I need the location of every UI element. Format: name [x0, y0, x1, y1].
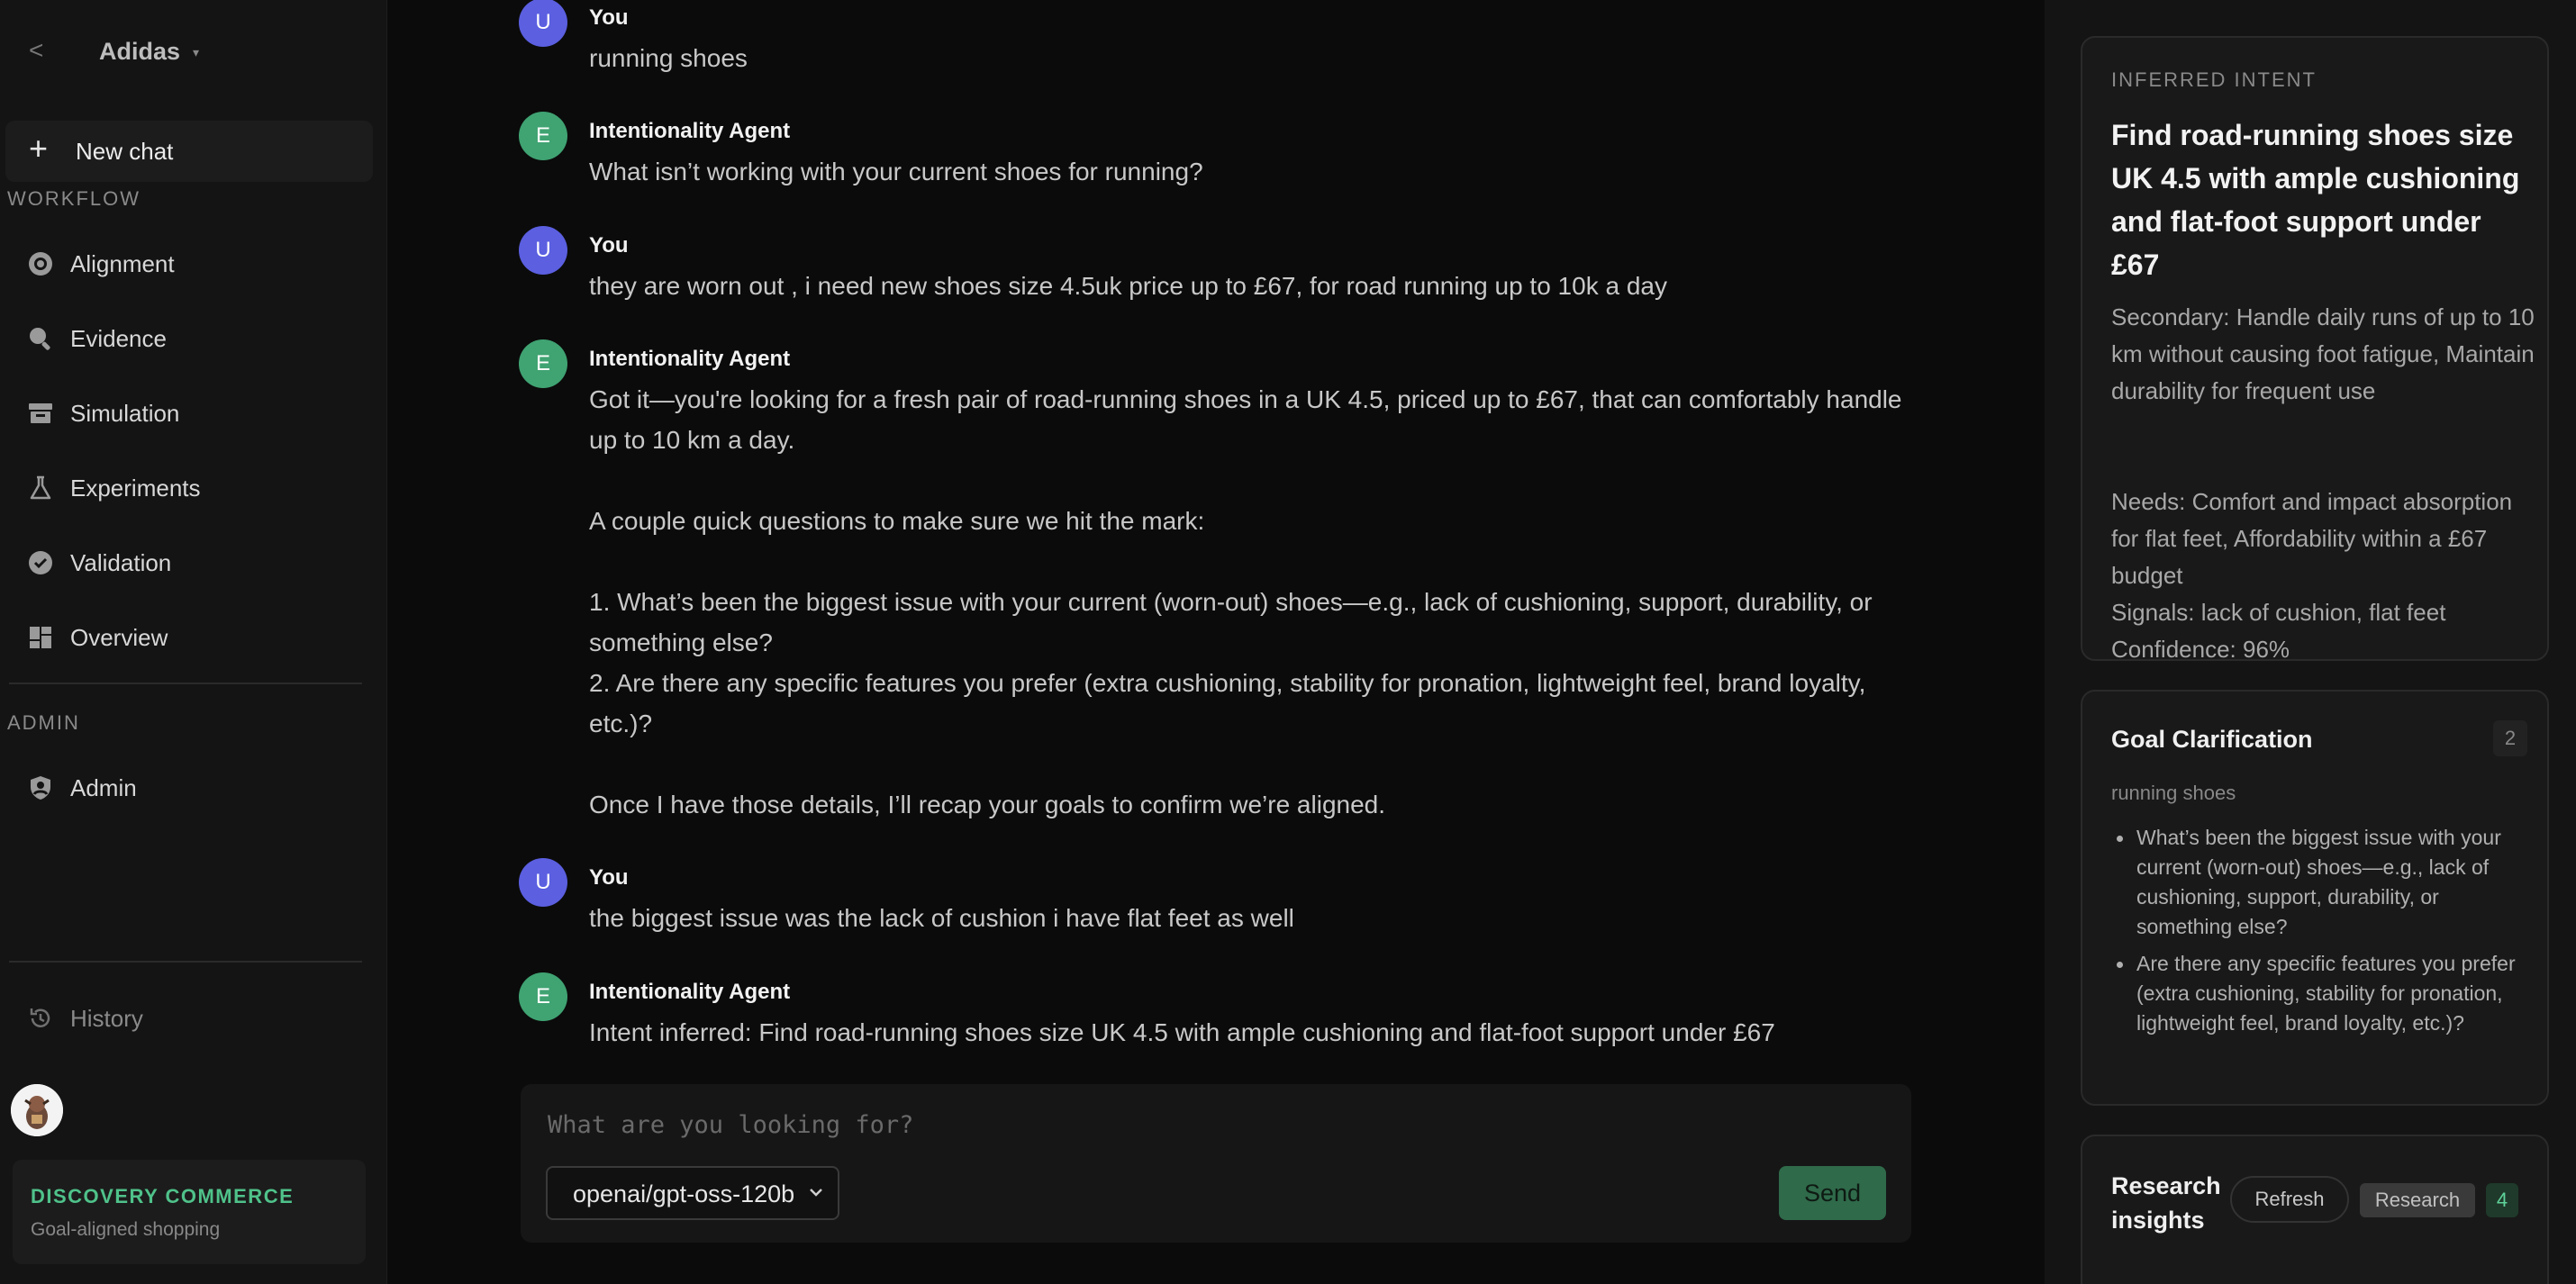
message-paragraph: Got it—you're looking for a fresh pair o…: [589, 385, 1902, 454]
message-author: Intentionality Agent: [589, 980, 791, 1004]
goal-questions-list: What’s been the biggest issue with your …: [2111, 823, 2526, 1045]
list-item: Are there any specific features you pref…: [2111, 949, 2526, 1038]
agent-avatar-badge: E: [519, 112, 567, 160]
sidebar-item-evidence[interactable]: Evidence: [7, 309, 371, 366]
workspace-header: < Adidas ▾: [0, 27, 387, 77]
new-chat-label: New chat: [76, 138, 174, 165]
sidebar-item-label: History: [70, 1005, 143, 1032]
sidebar-item-label: Overview: [70, 624, 168, 651]
divider: [9, 683, 362, 684]
new-chat-button[interactable]: + New chat: [5, 121, 373, 182]
intent-needs: Needs: Comfort and impact absorption for…: [2111, 488, 2513, 589]
intent-signals: Signals: lack of cushion, flat feet: [2111, 599, 2446, 626]
message-author: Intentionality Agent: [589, 347, 791, 371]
message-paragraph: A couple quick questions to make sure we…: [589, 507, 1205, 535]
user-avatar-badge: U: [519, 858, 567, 907]
intent-secondary: Secondary: Handle daily runs of up to 10…: [2111, 303, 2535, 404]
sidebar-item-label: Simulation: [70, 400, 180, 427]
sidebar-item-label: Admin: [70, 774, 137, 801]
sidebar-item-overview[interactable]: Overview: [7, 608, 371, 665]
inferred-intent-title: Find road-running shoes size UK 4.5 with…: [2111, 119, 2520, 281]
workflow-section-label: WORKFLOW: [7, 187, 141, 210]
inferred-intent-label: INFERRED INTENT: [2111, 68, 2317, 91]
research-button[interactable]: Research: [2360, 1183, 2475, 1217]
agent-avatar-badge: E: [519, 339, 567, 388]
chat-composer: What are you looking for? openai/gpt-oss…: [521, 1084, 1911, 1243]
history-icon: [30, 1008, 50, 1027]
goal-count-badge: 2: [2493, 720, 2527, 756]
goal-clarification-card: Goal Clarification 2 running shoes What’…: [2081, 690, 2549, 1106]
sidebar-item-alignment[interactable]: Alignment: [7, 234, 371, 292]
message-paragraph: 1. What’s been the biggest issue with yo…: [589, 588, 1873, 737]
dashboard-icon: [30, 627, 51, 648]
model-select[interactable]: openai/gpt-oss-120b: [546, 1166, 839, 1220]
chevron-down-icon: [810, 1189, 822, 1197]
refresh-button[interactable]: Refresh: [2230, 1176, 2349, 1223]
plus-icon: +: [29, 130, 49, 167]
message-text: What isn’t working with your current sho…: [589, 158, 1203, 185]
collapse-sidebar-button[interactable]: <: [29, 36, 43, 65]
archive-icon: [29, 403, 52, 423]
sidebar: < Adidas ▾ + New chat WORKFLOW Alignment…: [0, 0, 387, 1284]
discovery-title: DISCOVERY COMMERCE: [31, 1185, 295, 1207]
shield-user-icon: [31, 776, 50, 800]
message-author: Intentionality Agent: [589, 119, 791, 143]
workspace-name[interactable]: Adidas: [99, 38, 180, 66]
goal-subtitle: running shoes: [2111, 782, 2236, 804]
avatar-image: [11, 1084, 63, 1136]
divider: [9, 961, 362, 963]
message-author: You: [589, 5, 629, 30]
inferred-intent-card: INFERRED INTENT Find road-running shoes …: [2081, 36, 2549, 663]
sidebar-item-validation[interactable]: Validation: [7, 533, 371, 591]
sidebar-item-admin[interactable]: Admin: [7, 758, 371, 816]
message-text: they are worn out , i need new shoes siz…: [589, 272, 1667, 300]
message-input[interactable]: What are you looking for?: [548, 1111, 913, 1139]
sidebar-item-label: Validation: [70, 549, 172, 576]
message-author: You: [589, 865, 629, 890]
user-avatar-badge: U: [519, 226, 567, 275]
sidebar-item-label: Experiments: [70, 475, 201, 502]
search-icon: [30, 328, 50, 350]
user-avatar-badge: U: [519, 0, 567, 47]
chevron-down-icon[interactable]: ▾: [193, 45, 199, 60]
sidebar-item-label: Evidence: [70, 325, 167, 352]
message-text: Got it—you're looking for a fresh pair o…: [589, 379, 1904, 825]
sidebar-item-label: Alignment: [70, 250, 175, 277]
message-text: running shoes: [589, 44, 748, 72]
sidebar-item-experiments[interactable]: Experiments: [7, 458, 371, 516]
message-text: Intent inferred: Find road-running shoes…: [589, 1018, 1775, 1046]
check-circle-icon: [29, 551, 52, 574]
insights-panel: INFERRED INTENT Find road-running shoes …: [2045, 0, 2576, 1284]
goal-clarification-title: Goal Clarification: [2111, 726, 2313, 753]
list-item: What’s been the biggest issue with your …: [2111, 823, 2526, 942]
admin-section-label: ADMIN: [7, 711, 80, 734]
discovery-commerce-card: DISCOVERY COMMERCE Goal-aligned shopping: [13, 1160, 366, 1264]
research-insights-card: Research insights Refresh Research 4: [2081, 1135, 2549, 1284]
sidebar-item-history[interactable]: History: [7, 989, 371, 1046]
message-author: You: [589, 233, 629, 258]
sidebar-item-simulation[interactable]: Simulation: [7, 384, 371, 441]
send-button[interactable]: Send: [1778, 1166, 1886, 1220]
target-icon: [29, 252, 52, 276]
message-text: the biggest issue was the lack of cushio…: [589, 904, 1294, 932]
flask-icon: [30, 475, 51, 500]
user-avatar[interactable]: [11, 1084, 63, 1136]
discovery-subtitle: Goal-aligned shopping: [31, 1219, 221, 1240]
intent-confidence: Confidence: 96%: [2111, 636, 2290, 663]
research-count-badge: 4: [2486, 1183, 2518, 1217]
message-paragraph: Once I have those details, I’ll recap yo…: [589, 791, 1386, 818]
agent-avatar-badge: E: [519, 972, 567, 1021]
research-insights-title: Research insights: [2111, 1172, 2221, 1234]
model-select-value: openai/gpt-oss-120b: [573, 1180, 795, 1207]
